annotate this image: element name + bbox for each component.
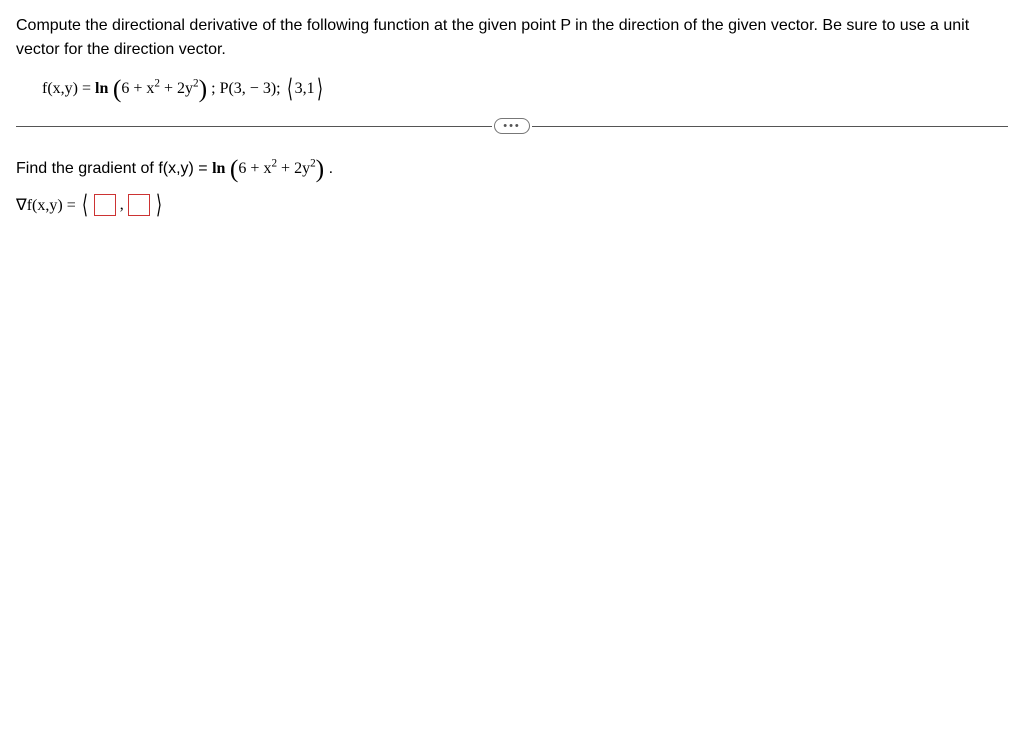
function-lhs: f(x,y) = [42,80,95,97]
gradient-y-input[interactable] [128,194,150,216]
comma: , [120,196,124,214]
ln-label-2: ln [212,160,225,177]
point-label: P(3, − 3); [220,80,285,97]
problem-intro: Compute the directional derivative of th… [16,17,969,58]
close-paren-icon-2: ) [316,154,325,183]
problem-formula: f(x,y) = ln (6 + x2 + 2y2) ; P(3, − 3); … [42,80,1008,98]
ellipsis-icon: ••• [503,119,521,133]
gradient-lhs: ∇f(x,y) = [16,195,76,215]
direction-vector: 3,1 [295,80,315,97]
subtask-prompt: Find the gradient of f(x,y) = ln (6 + x2… [16,160,1008,178]
section-divider: ••• [16,118,1008,134]
answer-row: ∇f(x,y) = ⟨ , ⟩ [16,194,1008,216]
divider-line-right [532,126,1008,127]
problem-statement: Compute the directional derivative of th… [16,14,1008,62]
ln-label: ln [95,80,108,97]
expand-button[interactable]: ••• [494,118,530,134]
divider-line-left [16,126,492,127]
close-paren-icon: ) [199,74,208,103]
gradient-x-input[interactable] [94,194,116,216]
